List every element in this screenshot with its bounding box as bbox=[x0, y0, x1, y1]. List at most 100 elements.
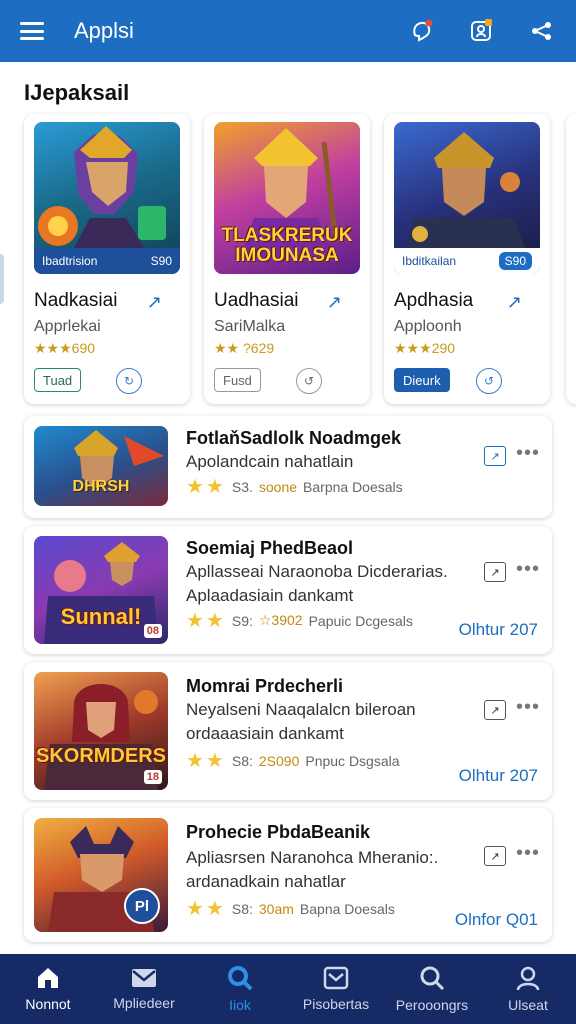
more-icon[interactable]: ••• bbox=[516, 696, 540, 719]
app-title: Momrai Prdecherli bbox=[186, 676, 344, 696]
more-icon[interactable]: ••• bbox=[516, 842, 540, 865]
thumbnail-caption: SKORMDERS bbox=[35, 745, 166, 767]
app-thumbnail: DHRSH bbox=[34, 426, 168, 506]
mail-icon bbox=[132, 969, 156, 987]
app-artwork: Ibditkailan S90 bbox=[394, 122, 540, 274]
app-title: Applsi bbox=[74, 18, 134, 43]
thumbnail-caption: DHRSH bbox=[72, 478, 130, 495]
open-external-icon[interactable]: ↗ bbox=[147, 292, 162, 313]
open-icon[interactable]: ↗ bbox=[484, 700, 506, 720]
top-app-bar: Applsi bbox=[0, 0, 576, 62]
app-name: Nadkasiai bbox=[34, 290, 118, 311]
app-description-line2: Aplaadasiain dankamt bbox=[186, 586, 354, 605]
open-icon[interactable]: ↗ bbox=[484, 846, 506, 866]
artwork-badge: S90 bbox=[498, 252, 532, 270]
app-artwork: TLASKRERUK IMOUNASA bbox=[214, 122, 360, 274]
app-badge: Pl bbox=[124, 888, 160, 924]
list-item[interactable]: SKORMDERS 18 Momrai Prdecherli Neyalseni… bbox=[24, 662, 552, 800]
star-icon: ★★ bbox=[186, 898, 226, 920]
star-icon: ★★ bbox=[186, 476, 226, 498]
list-item[interactable]: Sunnal! 08 Soemiaj PhedBeaol Apllasseai … bbox=[24, 526, 552, 654]
artwork-caption: TLASKRERUK IMOUNASA bbox=[221, 225, 353, 266]
notification-icon[interactable] bbox=[408, 17, 436, 45]
open-icon[interactable]: ↗ bbox=[484, 562, 506, 582]
card-action-button[interactable]: Tuad bbox=[34, 368, 82, 392]
nav-item-explore[interactable]: Perooongrs bbox=[384, 954, 480, 1024]
nav-item-mail[interactable]: Mpliedeer bbox=[96, 954, 192, 1024]
open-icon[interactable]: ↗ bbox=[484, 446, 506, 466]
nav-label: Perooongrs bbox=[395, 997, 469, 1013]
open-external-icon[interactable]: ↗ bbox=[507, 292, 522, 313]
app-title: Soemiaj PhedBeaol bbox=[186, 538, 354, 558]
app-name: Uadhasiai bbox=[214, 290, 299, 311]
app-subtitle: Apprlekai bbox=[34, 318, 101, 335]
inbox-icon bbox=[323, 966, 349, 990]
release-date: Olnfor Q01 bbox=[454, 910, 538, 929]
home-icon bbox=[38, 968, 58, 988]
more-icon[interactable]: ••• bbox=[516, 558, 540, 581]
app-rating: ★★ S9: ☆3902 Papuic Dcgesals bbox=[186, 610, 413, 632]
app-title: Prohecie PbdaBeanik bbox=[186, 822, 371, 842]
card-action-button[interactable]: Fusd bbox=[214, 368, 261, 392]
release-date: Olhtur 207 bbox=[458, 620, 538, 639]
age-badge: 08 bbox=[143, 624, 162, 638]
app-thumbnail: SKORMDERS 18 bbox=[34, 672, 168, 790]
nav-label: Nonnot bbox=[25, 996, 71, 1012]
artwork-caption: Ibadtrision bbox=[42, 254, 98, 268]
artwork-caption: Ibditkailan bbox=[402, 254, 457, 268]
refresh-icon[interactable]: ↻ bbox=[116, 368, 142, 394]
user-icon bbox=[516, 966, 540, 991]
featured-card[interactable]: Ibadtrision S90 Nadkasiai ↗ Apprlekai ★★… bbox=[24, 114, 190, 404]
nav-item-search[interactable]: Iiok bbox=[192, 954, 288, 1024]
app-rating: ★★ S8: 2S090 Pnpuc Dsgsala bbox=[186, 750, 400, 772]
app-subtitle: Apploonh bbox=[394, 318, 462, 335]
bottom-navigation: Nonnot Mpliedeer Iiok Pisobertas Perooon… bbox=[0, 954, 576, 1024]
app-description: Apliasrsen Naranohca Mheranio:. bbox=[186, 848, 439, 867]
app-rating: ★★★690 bbox=[34, 340, 96, 356]
search-icon bbox=[420, 966, 445, 991]
age-badge: 18 bbox=[143, 770, 162, 784]
app-rating: ★★ S8: 30am Bapna Doesals bbox=[186, 898, 395, 920]
artwork-band: Ibadtrision S90 bbox=[34, 248, 180, 274]
app-subtitle: SariMalka bbox=[214, 318, 286, 335]
star-icon: ★★ bbox=[186, 750, 226, 772]
list-item[interactable]: Pl Prohecie PbdaBeanik Apliasrsen Narano… bbox=[24, 808, 552, 942]
nav-item-home[interactable]: Nonnot bbox=[0, 954, 96, 1024]
nav-item-user[interactable]: Ulseat bbox=[480, 954, 576, 1024]
app-thumbnail: Pl bbox=[34, 818, 168, 932]
app-description: Apolandcain nahatlain bbox=[186, 452, 354, 471]
card-action-button[interactable]: Dieurk bbox=[394, 368, 450, 392]
list-item[interactable]: DHRSH FotlaňSadlolk Noadmgek Apolandcain… bbox=[24, 416, 552, 518]
nav-label: Pisobertas bbox=[302, 996, 370, 1012]
share-icon[interactable] bbox=[528, 17, 556, 45]
search-icon bbox=[228, 966, 253, 991]
menu-icon[interactable] bbox=[20, 22, 44, 40]
featured-card[interactable]: Ibditkailan S90 Apdhasia ↗ Apploonh ★★★2… bbox=[384, 114, 550, 404]
artwork-band: Ibditkailan S90 bbox=[394, 248, 540, 274]
release-date: Olhtur 207 bbox=[458, 766, 538, 785]
nav-label: Ulseat bbox=[508, 997, 548, 1013]
artwork-badge: S90 bbox=[150, 254, 172, 268]
app-rating: ★★★290 bbox=[394, 340, 456, 356]
featured-card[interactable]: TLASKRERUK IMOUNASA Uadhasiai ↗ SariMalk… bbox=[204, 114, 370, 404]
app-title: FotlaňSadlolk Noadmgek bbox=[186, 428, 402, 448]
carousel-edge bbox=[0, 254, 4, 304]
more-icon[interactable]: ••• bbox=[516, 442, 540, 465]
app-description: Neyalseni Naaqalalcn bileroan bbox=[186, 700, 416, 719]
nav-label: Iiok bbox=[229, 997, 251, 1013]
app-name: Apdhasia bbox=[394, 290, 474, 311]
refresh-icon[interactable]: ↺ bbox=[296, 368, 322, 394]
profile-icon[interactable] bbox=[468, 17, 496, 45]
star-icon: ★★ bbox=[186, 610, 226, 632]
open-external-icon[interactable]: ↗ bbox=[327, 292, 342, 313]
carousel-next-card[interactable] bbox=[566, 114, 576, 404]
refresh-icon[interactable]: ↺ bbox=[476, 368, 502, 394]
app-description: Apllasseai Naraonoba Dicderarias. bbox=[186, 562, 448, 581]
nav-item-inbox[interactable]: Pisobertas bbox=[288, 954, 384, 1024]
app-artwork: Ibadtrision S90 bbox=[34, 122, 180, 274]
app-thumbnail: Sunnal! 08 bbox=[34, 536, 168, 644]
nav-label: Mpliedeer bbox=[113, 995, 175, 1011]
app-rating: ★★ S3. soone Barpna Doesals bbox=[186, 476, 403, 498]
app-description-line2: ardanadkain nahatlar bbox=[186, 872, 346, 891]
section-title: IJepaksail bbox=[24, 80, 130, 105]
